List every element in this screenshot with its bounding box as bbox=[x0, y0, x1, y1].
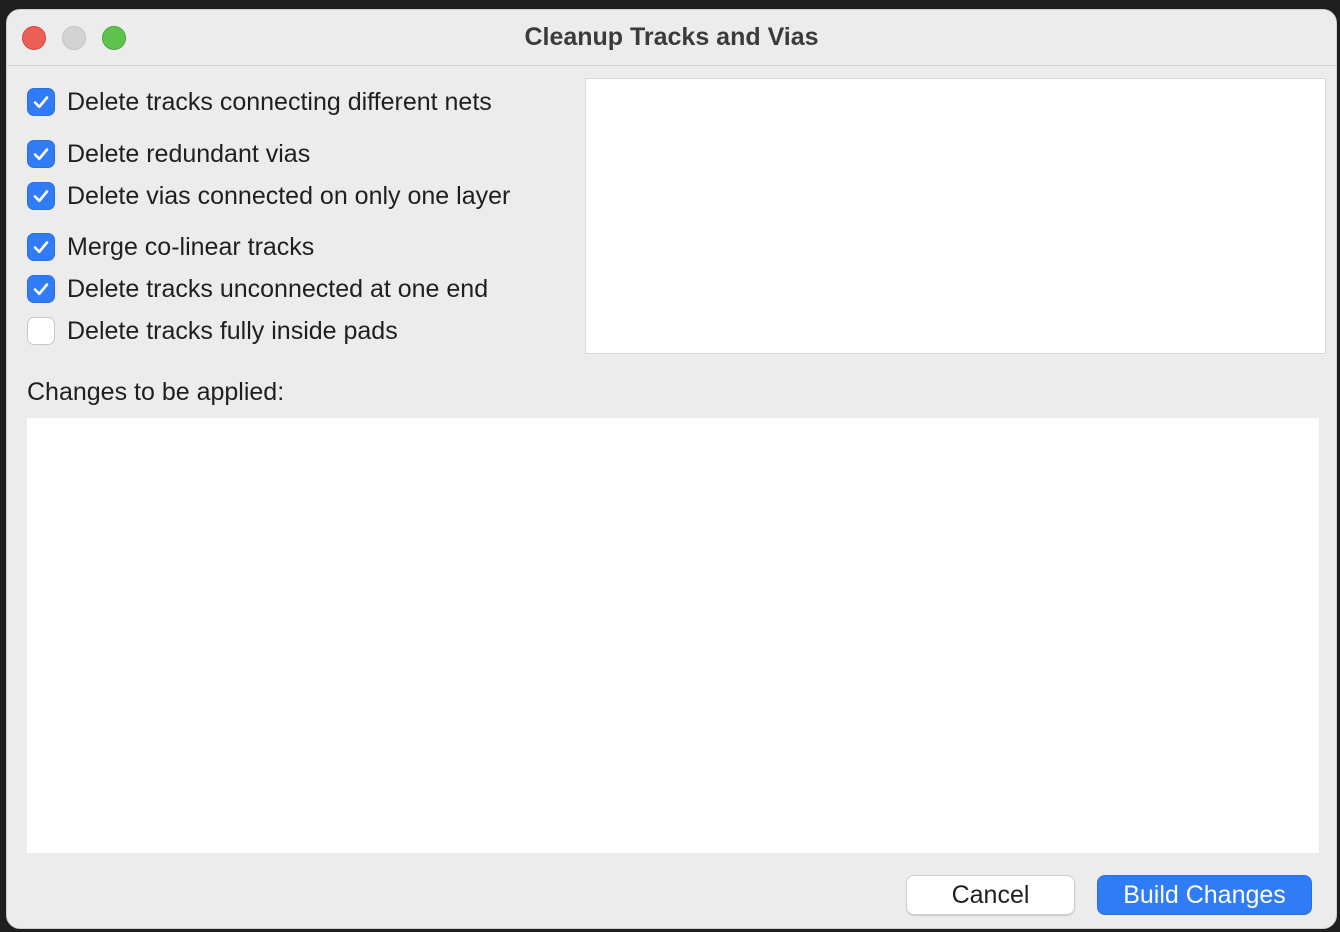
window-title: Cleanup Tracks and Vias bbox=[524, 23, 819, 51]
checkbox-checked[interactable] bbox=[27, 140, 55, 168]
checkmark-icon bbox=[33, 148, 49, 161]
checkbox-checked[interactable] bbox=[27, 233, 55, 261]
option-delete-tracks-inside-pads[interactable]: Delete tracks fully inside pads bbox=[27, 316, 398, 346]
option-delete-tracks-unconnected[interactable]: Delete tracks unconnected at one end bbox=[27, 274, 488, 304]
checkmark-icon bbox=[33, 241, 49, 254]
option-label: Delete tracks connecting different nets bbox=[67, 87, 492, 116]
checkbox-checked[interactable] bbox=[27, 275, 55, 303]
option-merge-colinear-tracks[interactable]: Merge co-linear tracks bbox=[27, 232, 314, 262]
changes-list[interactable] bbox=[27, 418, 1319, 853]
checkmark-icon bbox=[33, 283, 49, 296]
checkmark-icon bbox=[33, 96, 49, 109]
preview-panel bbox=[585, 78, 1326, 354]
checkbox-checked[interactable] bbox=[27, 88, 55, 116]
cancel-button[interactable]: Cancel bbox=[906, 875, 1075, 915]
title-bar: Cleanup Tracks and Vias bbox=[7, 10, 1336, 66]
option-label: Delete tracks fully inside pads bbox=[67, 316, 398, 345]
option-label: Delete vias connected on only one layer bbox=[67, 181, 511, 210]
dialog-window: Cleanup Tracks and Vias Delete tracks co… bbox=[6, 9, 1337, 929]
option-label: Delete tracks unconnected at one end bbox=[67, 274, 489, 303]
option-label: Delete redundant vias bbox=[67, 139, 311, 168]
option-label: Merge co-linear tracks bbox=[67, 232, 315, 261]
checkbox-unchecked[interactable] bbox=[27, 317, 55, 345]
build-changes-button[interactable]: Build Changes bbox=[1097, 875, 1312, 915]
checkbox-checked[interactable] bbox=[27, 182, 55, 210]
checkmark-icon bbox=[33, 190, 49, 203]
changes-label: Changes to be applied: bbox=[27, 378, 285, 406]
option-delete-redundant-vias[interactable]: Delete redundant vias bbox=[27, 139, 310, 169]
option-delete-tracks-different-nets[interactable]: Delete tracks connecting different nets bbox=[27, 87, 492, 117]
option-delete-vias-one-layer[interactable]: Delete vias connected on only one layer bbox=[27, 181, 510, 211]
